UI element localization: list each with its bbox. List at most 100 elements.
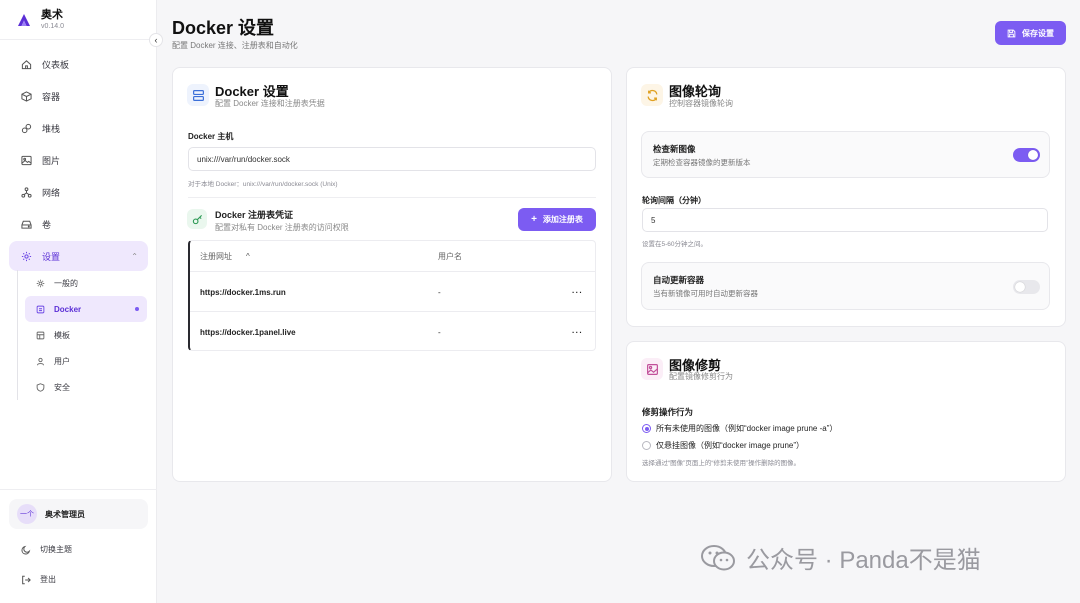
collapse-sidebar-button[interactable]: ‹ xyxy=(149,33,163,47)
save-settings-button[interactable]: 保存设置 xyxy=(995,21,1066,45)
registry-url: https://docker.1ms.run xyxy=(200,287,286,297)
add-registry-button[interactable]: + 添加注册表 xyxy=(518,208,596,231)
sidebar-item-containers[interactable]: 容器 xyxy=(9,80,148,112)
subnav-line xyxy=(17,270,18,400)
table-row: https://docker.1ms.run - ··· xyxy=(190,271,596,311)
key-icon xyxy=(187,209,207,229)
column-header-username: 用户名 xyxy=(438,252,462,261)
auto-update-toggle[interactable] xyxy=(1013,280,1040,294)
sidebar-item-label: 网络 xyxy=(42,187,61,198)
column-header-url[interactable]: 注册网址 ^ xyxy=(200,241,250,272)
image-icon xyxy=(20,154,32,166)
interval-label: 轮询间隔（分钟） xyxy=(642,196,706,205)
registry-subtitle: 配置对私有 Docker 注册表的访问权限 xyxy=(215,223,349,232)
box-icon xyxy=(20,90,32,102)
sidebar-item-volumes[interactable]: 卷 xyxy=(9,208,148,240)
toggle-knob xyxy=(1028,150,1038,160)
subnav-item-label: 用户 xyxy=(54,356,70,366)
registry-url: https://docker.1panel.live xyxy=(200,327,296,337)
user-name: 奥术管理员 xyxy=(45,509,85,519)
subnav-item-label: Docker xyxy=(54,304,82,314)
prune-card-subtitle: 配置镜像修剪行为 xyxy=(669,372,733,381)
table-row: https://docker.1panel.live - ··· xyxy=(190,311,596,351)
check-images-toggle[interactable] xyxy=(1013,148,1040,162)
subnav-item-users[interactable]: 用户 xyxy=(25,348,147,374)
sidebar-item-label: 堆栈 xyxy=(42,123,61,134)
prune-all-label[interactable]: 所有未使用的图像（例如“docker image prune -a”） xyxy=(656,423,837,434)
toggle-knob xyxy=(1015,282,1025,292)
brand[interactable]: 奥术 v0.14.0 xyxy=(16,8,64,31)
avatar: 一个 xyxy=(17,504,37,524)
gear-icon xyxy=(20,250,32,262)
logout-button[interactable]: 登出 xyxy=(20,574,56,585)
wechat-icon xyxy=(701,544,735,570)
interval-hint: 设置在5-60分钟之间。 xyxy=(642,241,708,248)
app-name: 奥术 xyxy=(41,9,63,21)
auto-update-setting: 自动更新容器 当有新镜像可用时自动更新容器 xyxy=(641,262,1050,310)
docker-icon xyxy=(35,304,45,314)
interval-input[interactable]: 5 xyxy=(642,208,1048,232)
registry-title: Docker 注册表凭证 xyxy=(215,210,294,220)
page-subtitle: 配置 Docker 连接、注册表和自动化 xyxy=(172,41,298,50)
polling-card-subtitle: 控制容器镜像轮询 xyxy=(669,99,733,108)
drive-icon xyxy=(20,218,32,230)
auto-update-title: 自动更新容器 xyxy=(653,275,705,285)
logout-label: 登出 xyxy=(40,575,56,584)
row-actions-button[interactable]: ··· xyxy=(572,312,583,352)
app-version: v0.14.0 xyxy=(41,23,64,30)
add-registry-label: 添加注册表 xyxy=(542,215,583,224)
prune-all-radio[interactable] xyxy=(642,424,651,433)
subnav-item-general[interactable]: 一般的 xyxy=(25,270,147,296)
logout-icon xyxy=(20,574,31,585)
page-title: Docker 设置 xyxy=(172,18,275,38)
theme-icon xyxy=(20,544,31,555)
sidebar-item-networks[interactable]: 网络 xyxy=(9,176,148,208)
active-dot xyxy=(135,307,139,311)
sidebar-item-label: 设置 xyxy=(42,251,61,262)
sidebar-item-label: 卷 xyxy=(42,219,52,230)
sidebar-item-images[interactable]: 图片 xyxy=(9,144,148,176)
divider xyxy=(0,489,157,490)
template-icon xyxy=(35,330,45,340)
settings-subnav: 一般的 Docker 模板 用户 安全 xyxy=(25,270,147,400)
user-card[interactable]: 一个 奥术管理员 xyxy=(9,499,148,529)
check-new-images-setting: 检查新图像 定期检查容器镜像的更新版本 xyxy=(641,131,1050,178)
docker-card-subtitle: 配置 Docker 连接和注册表凭据 xyxy=(215,99,325,108)
divider xyxy=(0,39,157,40)
auto-update-subtitle: 当有新镜像可用时自动更新容器 xyxy=(653,289,758,298)
sidebar-item-dashboard[interactable]: 仪表板 xyxy=(9,48,148,80)
server-icon xyxy=(187,84,209,106)
gear-icon xyxy=(35,278,45,288)
sidebar-item-label: 仪表板 xyxy=(42,59,70,70)
watermark: 公众号 · Panda不是猫 xyxy=(700,540,981,575)
chevron-up-icon: ⌃ xyxy=(131,251,138,261)
image-prune-icon xyxy=(641,358,663,380)
refresh-icon xyxy=(641,84,663,106)
theme-toggle[interactable]: 切换主题 xyxy=(20,544,72,555)
sidebar-item-label: 图片 xyxy=(42,155,61,166)
registry-username: - xyxy=(438,287,441,297)
docker-host-input[interactable]: unix:///var/run/docker.sock xyxy=(188,147,596,171)
subnav-item-label: 安全 xyxy=(54,382,70,392)
save-label: 保存设置 xyxy=(1022,28,1054,38)
subnav-item-security[interactable]: 安全 xyxy=(25,374,147,400)
subnav-item-templates[interactable]: 模板 xyxy=(25,322,147,348)
prune-dangling-label[interactable]: 仅悬挂图像（例如“docker image prune”） xyxy=(656,440,804,451)
sidebar-item-stacks[interactable]: 堆栈 xyxy=(9,112,148,144)
subnav-item-docker[interactable]: Docker xyxy=(25,296,147,322)
save-icon xyxy=(1007,29,1016,38)
logo-icon xyxy=(18,13,30,26)
registry-username: - xyxy=(438,327,441,337)
sidebar: 奥术 v0.14.0 仪表板 容器 堆栈 图片 网络 卷 设置 ⌃ 一般的 Do… xyxy=(0,0,157,603)
shield-icon xyxy=(35,382,45,392)
layers-icon xyxy=(20,122,32,134)
prune-dangling-radio[interactable] xyxy=(642,441,651,450)
docker-host-label: Docker 主机 xyxy=(188,132,234,141)
docker-host-hint: 对于本地 Docker：unix:///var/run/docker.sock … xyxy=(188,181,338,188)
network-icon xyxy=(20,186,32,198)
sidebar-item-settings[interactable]: 设置 ⌃ xyxy=(9,241,148,271)
check-subtitle: 定期检查容器镜像的更新版本 xyxy=(653,158,751,167)
row-actions-button[interactable]: ··· xyxy=(572,272,583,312)
theme-toggle-label: 切换主题 xyxy=(40,545,72,554)
prune-action-label: 修剪操作行为 xyxy=(642,407,694,417)
